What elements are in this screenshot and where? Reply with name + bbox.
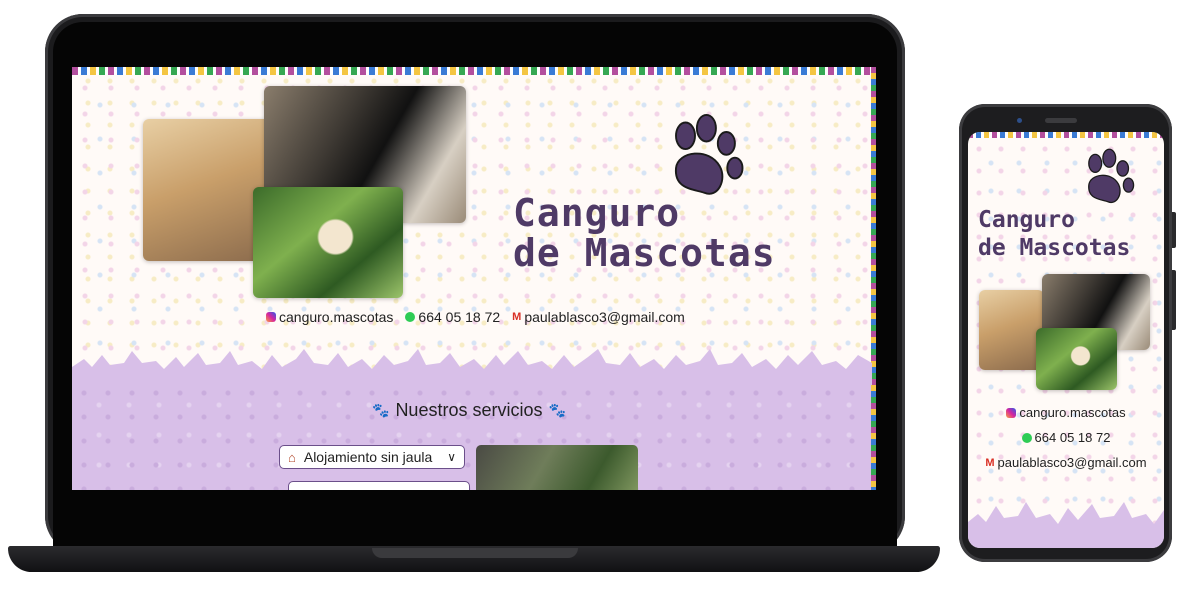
house-icon: ⌂ (288, 449, 296, 465)
chow-chow-photo (979, 290, 1044, 370)
desktop-screen: Canguro de Mascotas canguro.mascotas 664… (72, 67, 876, 490)
confetti-border-side (871, 67, 876, 490)
logo-line-1: Canguro (978, 207, 1075, 233)
email-link[interactable]: M paulablasco3@gmail.com (512, 309, 685, 325)
phone-number: 664 05 18 72 (418, 309, 501, 325)
services-title-text: Nuestros servicios (395, 400, 543, 420)
instagram-icon (266, 312, 276, 322)
logo-line-2: de Mascotas (513, 231, 776, 275)
service-label: Alojamiento sin jaula (303, 449, 433, 465)
confetti-border (968, 132, 1164, 138)
phone-side-button (1172, 270, 1176, 330)
whatsapp-link[interactable]: 664 05 18 72 (968, 430, 1164, 445)
logo-title: Canguro de Mascotas (978, 206, 1130, 262)
golden-puppy-photo (1036, 328, 1117, 390)
email-address: paulablasco3@gmail.com (997, 455, 1147, 470)
instagram-link[interactable]: canguro.mascotas (968, 405, 1164, 420)
paw-logo-icon (1088, 148, 1135, 204)
instagram-handle: canguro.mascotas (279, 309, 394, 325)
gmail-icon: M (512, 311, 522, 323)
golden-puppy-photo (253, 187, 403, 298)
logo-line-1: Canguro (513, 191, 681, 235)
email-link[interactable]: M paulablasco3@gmail.com (968, 455, 1164, 470)
phone-number: 664 05 18 72 (1034, 430, 1111, 445)
services-section (72, 381, 871, 490)
phone-speaker (1045, 118, 1077, 123)
contact-bar: canguro.mascotas 664 05 18 72 M paulabla… (266, 309, 685, 325)
confetti-border (72, 67, 876, 75)
logo-line-2: de Mascotas (978, 235, 1131, 261)
phone-camera (1017, 118, 1022, 123)
chevron-down-icon: ∨ (447, 450, 456, 464)
service-photo (476, 445, 638, 490)
whatsapp-icon (405, 312, 416, 322)
instagram-handle: canguro.mascotas (1019, 405, 1126, 420)
service-dropdown-2[interactable] (288, 481, 470, 490)
paw-icon: 🐾 (372, 402, 390, 418)
email-address: paulablasco3@gmail.com (524, 309, 685, 325)
logo-title: Canguro de Mascotas (513, 193, 776, 273)
gmail-icon: M (985, 456, 995, 469)
phone-side-button (1172, 212, 1176, 248)
animal-silhouettes (72, 349, 872, 385)
paw-icon: 🐾 (548, 402, 566, 418)
instagram-link[interactable]: canguro.mascotas (266, 309, 393, 325)
instagram-icon (1006, 407, 1017, 418)
service-dropdown-alojamiento[interactable]: ⌂ Alojamiento sin jaula ∨ (279, 445, 465, 469)
laptop-notch (372, 548, 578, 558)
services-title: 🐾 Nuestros servicios 🐾 (372, 400, 566, 421)
whatsapp-icon (1021, 432, 1032, 443)
whatsapp-link[interactable]: 664 05 18 72 (405, 309, 500, 325)
animal-silhouettes (968, 502, 1164, 548)
mobile-screen: Canguro de Mascotas canguro.mascotas 664… (968, 132, 1164, 548)
